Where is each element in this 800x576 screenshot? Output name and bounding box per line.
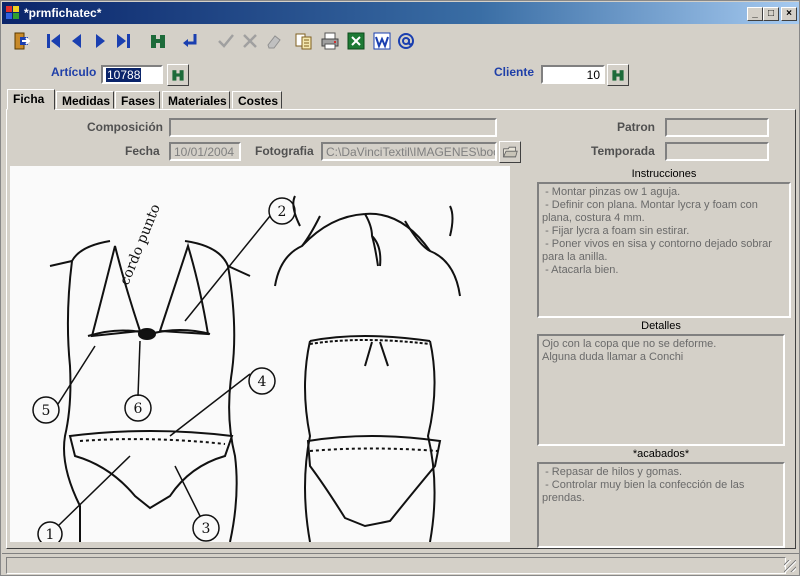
- cliente-input[interactable]: 10: [541, 65, 605, 84]
- callout-2: 2: [278, 204, 287, 220]
- cliente-value: 10: [586, 68, 600, 82]
- articulo-search-button[interactable]: [167, 64, 189, 86]
- fecha-input[interactable]: 10/01/2004: [169, 142, 241, 161]
- word-icon[interactable]: [371, 30, 393, 52]
- instrucciones-memo[interactable]: - Montar pinzas ow 1 aguja. - Definir co…: [537, 182, 791, 318]
- callout-5: 5: [42, 403, 51, 419]
- toolbar: [7, 28, 427, 56]
- status-bar: [2, 553, 799, 575]
- cliente-label: Cliente: [494, 65, 535, 79]
- callout-1: 1: [46, 527, 55, 542]
- excel-icon[interactable]: [345, 30, 367, 52]
- tab-ficha[interactable]: Ficha: [7, 89, 55, 110]
- app-icon: [6, 6, 20, 20]
- browse-folder-button[interactable]: [499, 141, 521, 163]
- print-icon[interactable]: [319, 30, 341, 52]
- binoculars-icon: [612, 70, 624, 81]
- title-bar: *prmfichatec* _ □ ×: [2, 2, 799, 24]
- temporada-input[interactable]: [665, 142, 769, 161]
- patron-label: Patron: [617, 120, 656, 134]
- callout-6: 6: [134, 401, 143, 417]
- articulo-label: Artículo: [51, 65, 97, 79]
- tab-materiales[interactable]: Materiales: [162, 91, 230, 109]
- minimize-button[interactable]: _: [747, 7, 763, 21]
- email-icon[interactable]: [395, 30, 417, 52]
- detalles-memo[interactable]: Ojo con la copa que no se deforme. Algun…: [537, 334, 785, 446]
- enter-icon[interactable]: [179, 30, 201, 52]
- articulo-input[interactable]: 10788: [101, 65, 163, 84]
- copy-icon[interactable]: [293, 30, 315, 52]
- binoculars-icon[interactable]: [147, 30, 169, 52]
- callout-4: 4: [258, 374, 267, 390]
- sketch-annotation: cordo punto: [117, 202, 164, 288]
- acabados-label: *acabados*: [632, 448, 690, 460]
- acabados-memo[interactable]: - Repasar de hilos y gomas. - Controlar …: [537, 462, 785, 548]
- first-record-icon[interactable]: [43, 30, 65, 52]
- fecha-label: Fecha: [125, 144, 160, 158]
- exit-icon[interactable]: [11, 30, 33, 52]
- status-pane: [6, 557, 786, 574]
- fotografia-label: Fotografia: [255, 144, 314, 158]
- patron-input[interactable]: [665, 118, 769, 137]
- eraser-icon[interactable]: [263, 30, 285, 52]
- last-record-icon[interactable]: [112, 30, 134, 52]
- bikini-sketch-drawing: 2 4 5 6 3 1 cordo punto: [32, 195, 461, 542]
- temporada-label: Temporada: [591, 144, 655, 158]
- composicion-label: Composición: [87, 120, 164, 134]
- resize-grip-icon[interactable]: [784, 560, 796, 572]
- binoculars-icon: [172, 70, 184, 81]
- previous-record-icon[interactable]: [66, 30, 88, 52]
- callout-3: 3: [202, 521, 211, 537]
- next-record-icon[interactable]: [89, 30, 111, 52]
- window-title: *prmfichatec*: [24, 6, 102, 20]
- instrucciones-label: Instrucciones: [631, 168, 697, 180]
- fotografia-input[interactable]: C:\DaVinciTextil\IMAGENES\bocet: [321, 142, 497, 161]
- close-button[interactable]: ×: [781, 7, 797, 21]
- articulo-value: 10788: [106, 68, 142, 82]
- tab-fases[interactable]: Fases: [115, 91, 160, 109]
- tab-costes[interactable]: Costes: [232, 91, 282, 109]
- accept-icon[interactable]: [215, 30, 237, 52]
- tab-medidas[interactable]: Medidas: [56, 91, 114, 109]
- folder-icon: [502, 146, 518, 158]
- cliente-search-button[interactable]: [607, 64, 629, 86]
- garment-sketch-image: 2 4 5 6 3 1 cordo punto: [10, 166, 510, 542]
- composicion-input[interactable]: [169, 118, 497, 137]
- maximize-button[interactable]: □: [763, 7, 779, 21]
- detalles-label: Detalles: [641, 320, 681, 332]
- cancel-icon[interactable]: [239, 30, 261, 52]
- application-window: *prmfichatec* _ □ × Artículo 10788 Clien…: [0, 0, 800, 576]
